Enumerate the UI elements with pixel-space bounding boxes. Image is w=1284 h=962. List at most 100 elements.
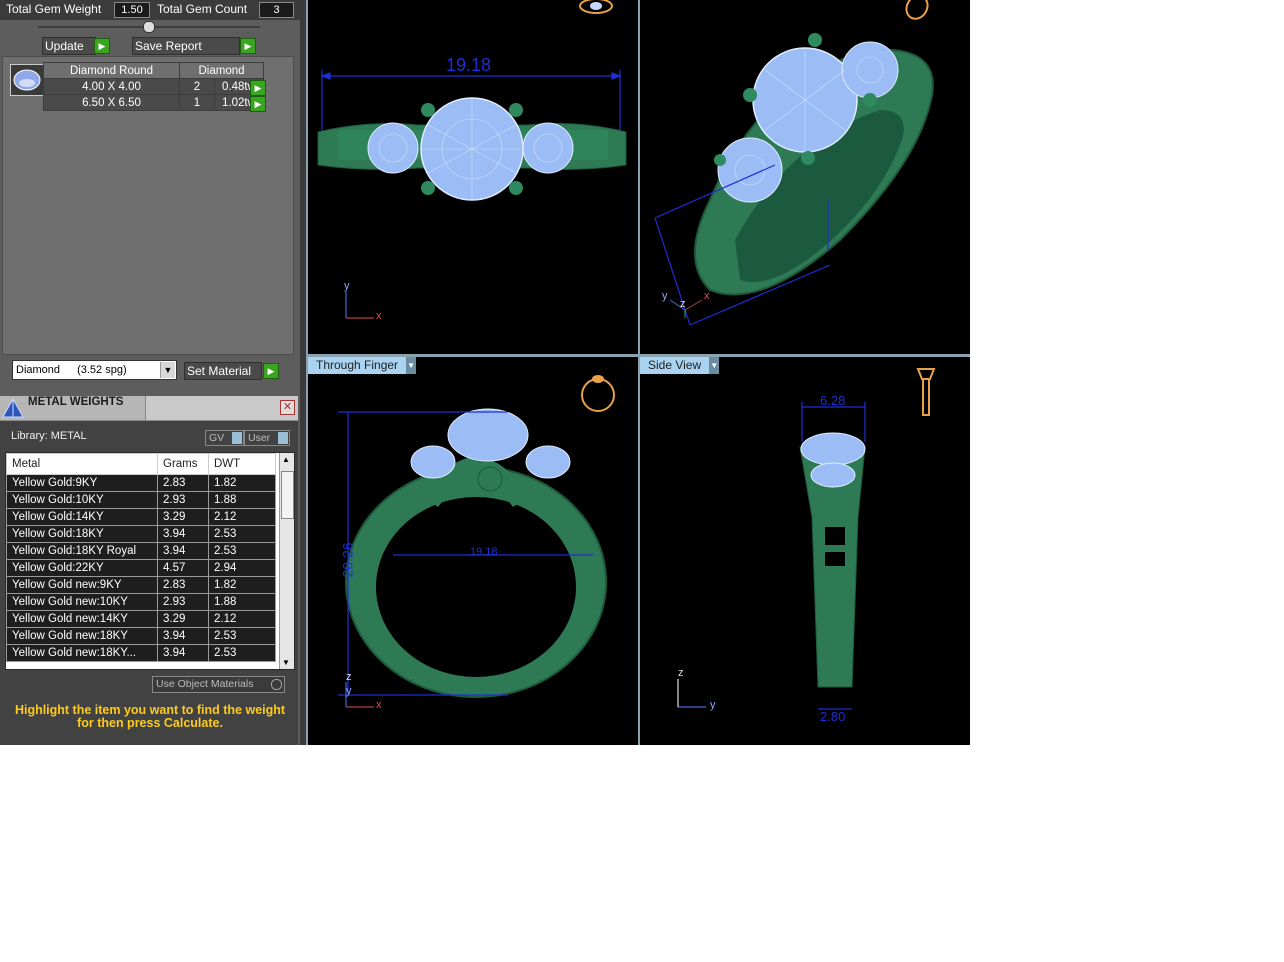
axis-x-label: x: [704, 290, 710, 302]
metal-column-header[interactable]: Metal: [6, 453, 158, 475]
scroll-down-icon[interactable]: ▼: [282, 658, 290, 667]
ring-thumbnail-icon: [916, 368, 936, 416]
metal-grams: 3.94: [157, 525, 209, 543]
axis-x-label: x: [376, 699, 382, 711]
metal-row[interactable]: Yellow Gold:9KY 2.83 1.82: [6, 474, 276, 492]
metal-table-header: Metal Grams DWT: [6, 453, 276, 475]
gem-table: Diamond Round Diamond 4.00 X 4.00 2 0.48…: [43, 62, 264, 111]
zoom-slider[interactable]: [38, 21, 260, 33]
pyramid-icon: [2, 397, 24, 418]
gem-row[interactable]: 4.00 X 4.00 2 0.48tw: [43, 78, 264, 95]
axis-y-label: y: [344, 280, 350, 292]
user-toggle[interactable]: User: [244, 430, 290, 446]
chevron-down-icon[interactable]: ▼: [709, 357, 720, 374]
gem-row-go-icon[interactable]: ▶: [250, 80, 266, 96]
metal-name: Yellow Gold:14KY: [6, 508, 158, 526]
update-button[interactable]: Update: [42, 37, 96, 55]
diamond-thumbnail-icon[interactable]: [10, 64, 44, 96]
metal-dwt: 1.88: [208, 593, 276, 611]
axis-z-label: z: [678, 667, 684, 679]
library-label: Library: METAL: [11, 430, 87, 442]
gem-type-header: Diamond: [179, 62, 264, 79]
metal-name: Yellow Gold:10KY: [6, 491, 158, 509]
axis-y-label: y: [346, 685, 352, 697]
metal-row[interactable]: Yellow Gold:18KY Royal 3.94 2.53: [6, 542, 276, 560]
axis-y-label: y: [710, 699, 716, 711]
gv-toggle[interactable]: GV: [205, 430, 244, 446]
metal-dwt: 2.53: [208, 627, 276, 645]
gem-row[interactable]: 6.50 X 6.50 1 1.02tw: [43, 94, 264, 111]
metal-grams: 3.94: [157, 542, 209, 560]
metal-row[interactable]: Yellow Gold:22KY 4.57 2.94: [6, 559, 276, 577]
metal-dwt: 1.82: [208, 474, 276, 492]
gv-label: GV: [209, 432, 225, 444]
total-gem-count-label: Total Gem Count: [157, 2, 248, 16]
material-spg: (3.52 spg): [77, 364, 127, 376]
metal-name: Yellow Gold:18KY: [6, 525, 158, 543]
material-select-value: Diamond: [16, 364, 61, 376]
metal-row[interactable]: Yellow Gold:18KY 3.94 2.53: [6, 525, 276, 543]
total-gem-weight-label: Total Gem Weight: [6, 2, 102, 16]
instruction-text: Highlight the item you want to find the …: [14, 703, 286, 730]
gem-count: 1: [179, 94, 215, 111]
metal-row[interactable]: Yellow Gold new:14KY 3.29 2.12: [6, 610, 276, 628]
metal-name: Yellow Gold:9KY: [6, 474, 158, 492]
save-report-go-icon[interactable]: ▶: [240, 38, 256, 54]
left-panel: Total Gem Weight 1.50 Total Gem Count 3 …: [0, 0, 300, 745]
viewport-side-view[interactable]: Side View ▼ 6.28 2.80 z y: [640, 357, 970, 745]
front-inner-dimension: 19.18: [470, 546, 498, 558]
scroll-up-icon[interactable]: ▲: [282, 455, 290, 464]
metal-row[interactable]: Yellow Gold new:18KY... 3.94 2.53: [6, 644, 276, 662]
axis-z-label: z: [680, 298, 686, 310]
ring-thumbnail-icon: [581, 375, 615, 412]
scroll-thumb[interactable]: [281, 471, 294, 519]
total-gem-count-field[interactable]: 3: [259, 2, 294, 18]
view-select-side-view[interactable]: Side View ▼: [640, 357, 720, 374]
viewport-through-finger[interactable]: Through Finger ▼ 20.26 19.18 z y x: [308, 357, 638, 745]
use-object-materials-checkbox[interactable]: Use Object Materials: [152, 676, 285, 693]
set-material-button[interactable]: Set Material: [184, 362, 262, 380]
metal-grams: 2.93: [157, 491, 209, 509]
set-material-go-icon[interactable]: ▶: [263, 363, 279, 379]
metal-dwt: 2.53: [208, 644, 276, 662]
update-go-icon[interactable]: ▶: [94, 38, 110, 54]
close-icon[interactable]: ✕: [280, 400, 295, 415]
slider-handle[interactable]: [143, 21, 155, 33]
metal-name: Yellow Gold new:10KY: [6, 593, 158, 611]
gem-size: 6.50 X 6.50: [43, 94, 180, 111]
metal-weights-tab[interactable]: METAL WEIGHTS: [0, 396, 146, 420]
metal-grams: 3.29: [157, 610, 209, 628]
metal-row[interactable]: Yellow Gold:10KY 2.93 1.88: [6, 491, 276, 509]
viewport-perspective[interactable]: y z x: [640, 0, 970, 354]
metal-table-scrollbar[interactable]: ▲ ▼: [279, 453, 294, 669]
side-top-dimension: 6.28: [820, 393, 846, 408]
ring-perspective-view: [654, 0, 934, 326]
metal-dwt: 1.88: [208, 491, 276, 509]
view-select-through-finger[interactable]: Through Finger ▼: [308, 357, 417, 374]
chevron-down-icon[interactable]: ▼: [406, 357, 417, 374]
metal-name: Yellow Gold new:9KY: [6, 576, 158, 594]
metal-row[interactable]: Yellow Gold:14KY 3.29 2.12: [6, 508, 276, 526]
axis-y-label: y: [662, 290, 668, 302]
viewport-top-view[interactable]: 19.18 y x: [308, 0, 638, 354]
toggle-knob-icon: [232, 432, 242, 444]
dwt-column-header[interactable]: DWT: [208, 453, 276, 475]
metal-grams: 2.83: [157, 474, 209, 492]
material-select[interactable]: Diamond (3.52 spg) ▼: [12, 360, 177, 380]
radio-icon: [271, 679, 282, 690]
axis-x-label: x: [376, 310, 382, 322]
gem-row-go-icon[interactable]: ▶: [250, 96, 266, 112]
ring-top-view: [317, 0, 627, 319]
metal-row[interactable]: Yellow Gold new:9KY 2.83 1.82: [6, 576, 276, 594]
chevron-down-icon[interactable]: ▼: [160, 362, 175, 378]
grams-column-header[interactable]: Grams: [157, 453, 209, 475]
gem-size: 4.00 X 4.00: [43, 78, 180, 95]
metal-row[interactable]: Yellow Gold new:10KY 2.93 1.88: [6, 593, 276, 611]
save-report-button[interactable]: Save Report: [132, 37, 240, 55]
gem-table-header: Diamond Round Diamond: [43, 62, 264, 79]
total-gem-weight-field[interactable]: 1.50: [114, 2, 150, 18]
metal-row[interactable]: Yellow Gold new:18KY 3.94 2.53: [6, 627, 276, 645]
viewport-area: 19.18 y x y z x Through Finger ▼ 20.26 1…: [306, 0, 970, 745]
metal-grams: 2.83: [157, 576, 209, 594]
gem-summary-bar: Total Gem Weight 1.50 Total Gem Count 3: [0, 0, 300, 20]
